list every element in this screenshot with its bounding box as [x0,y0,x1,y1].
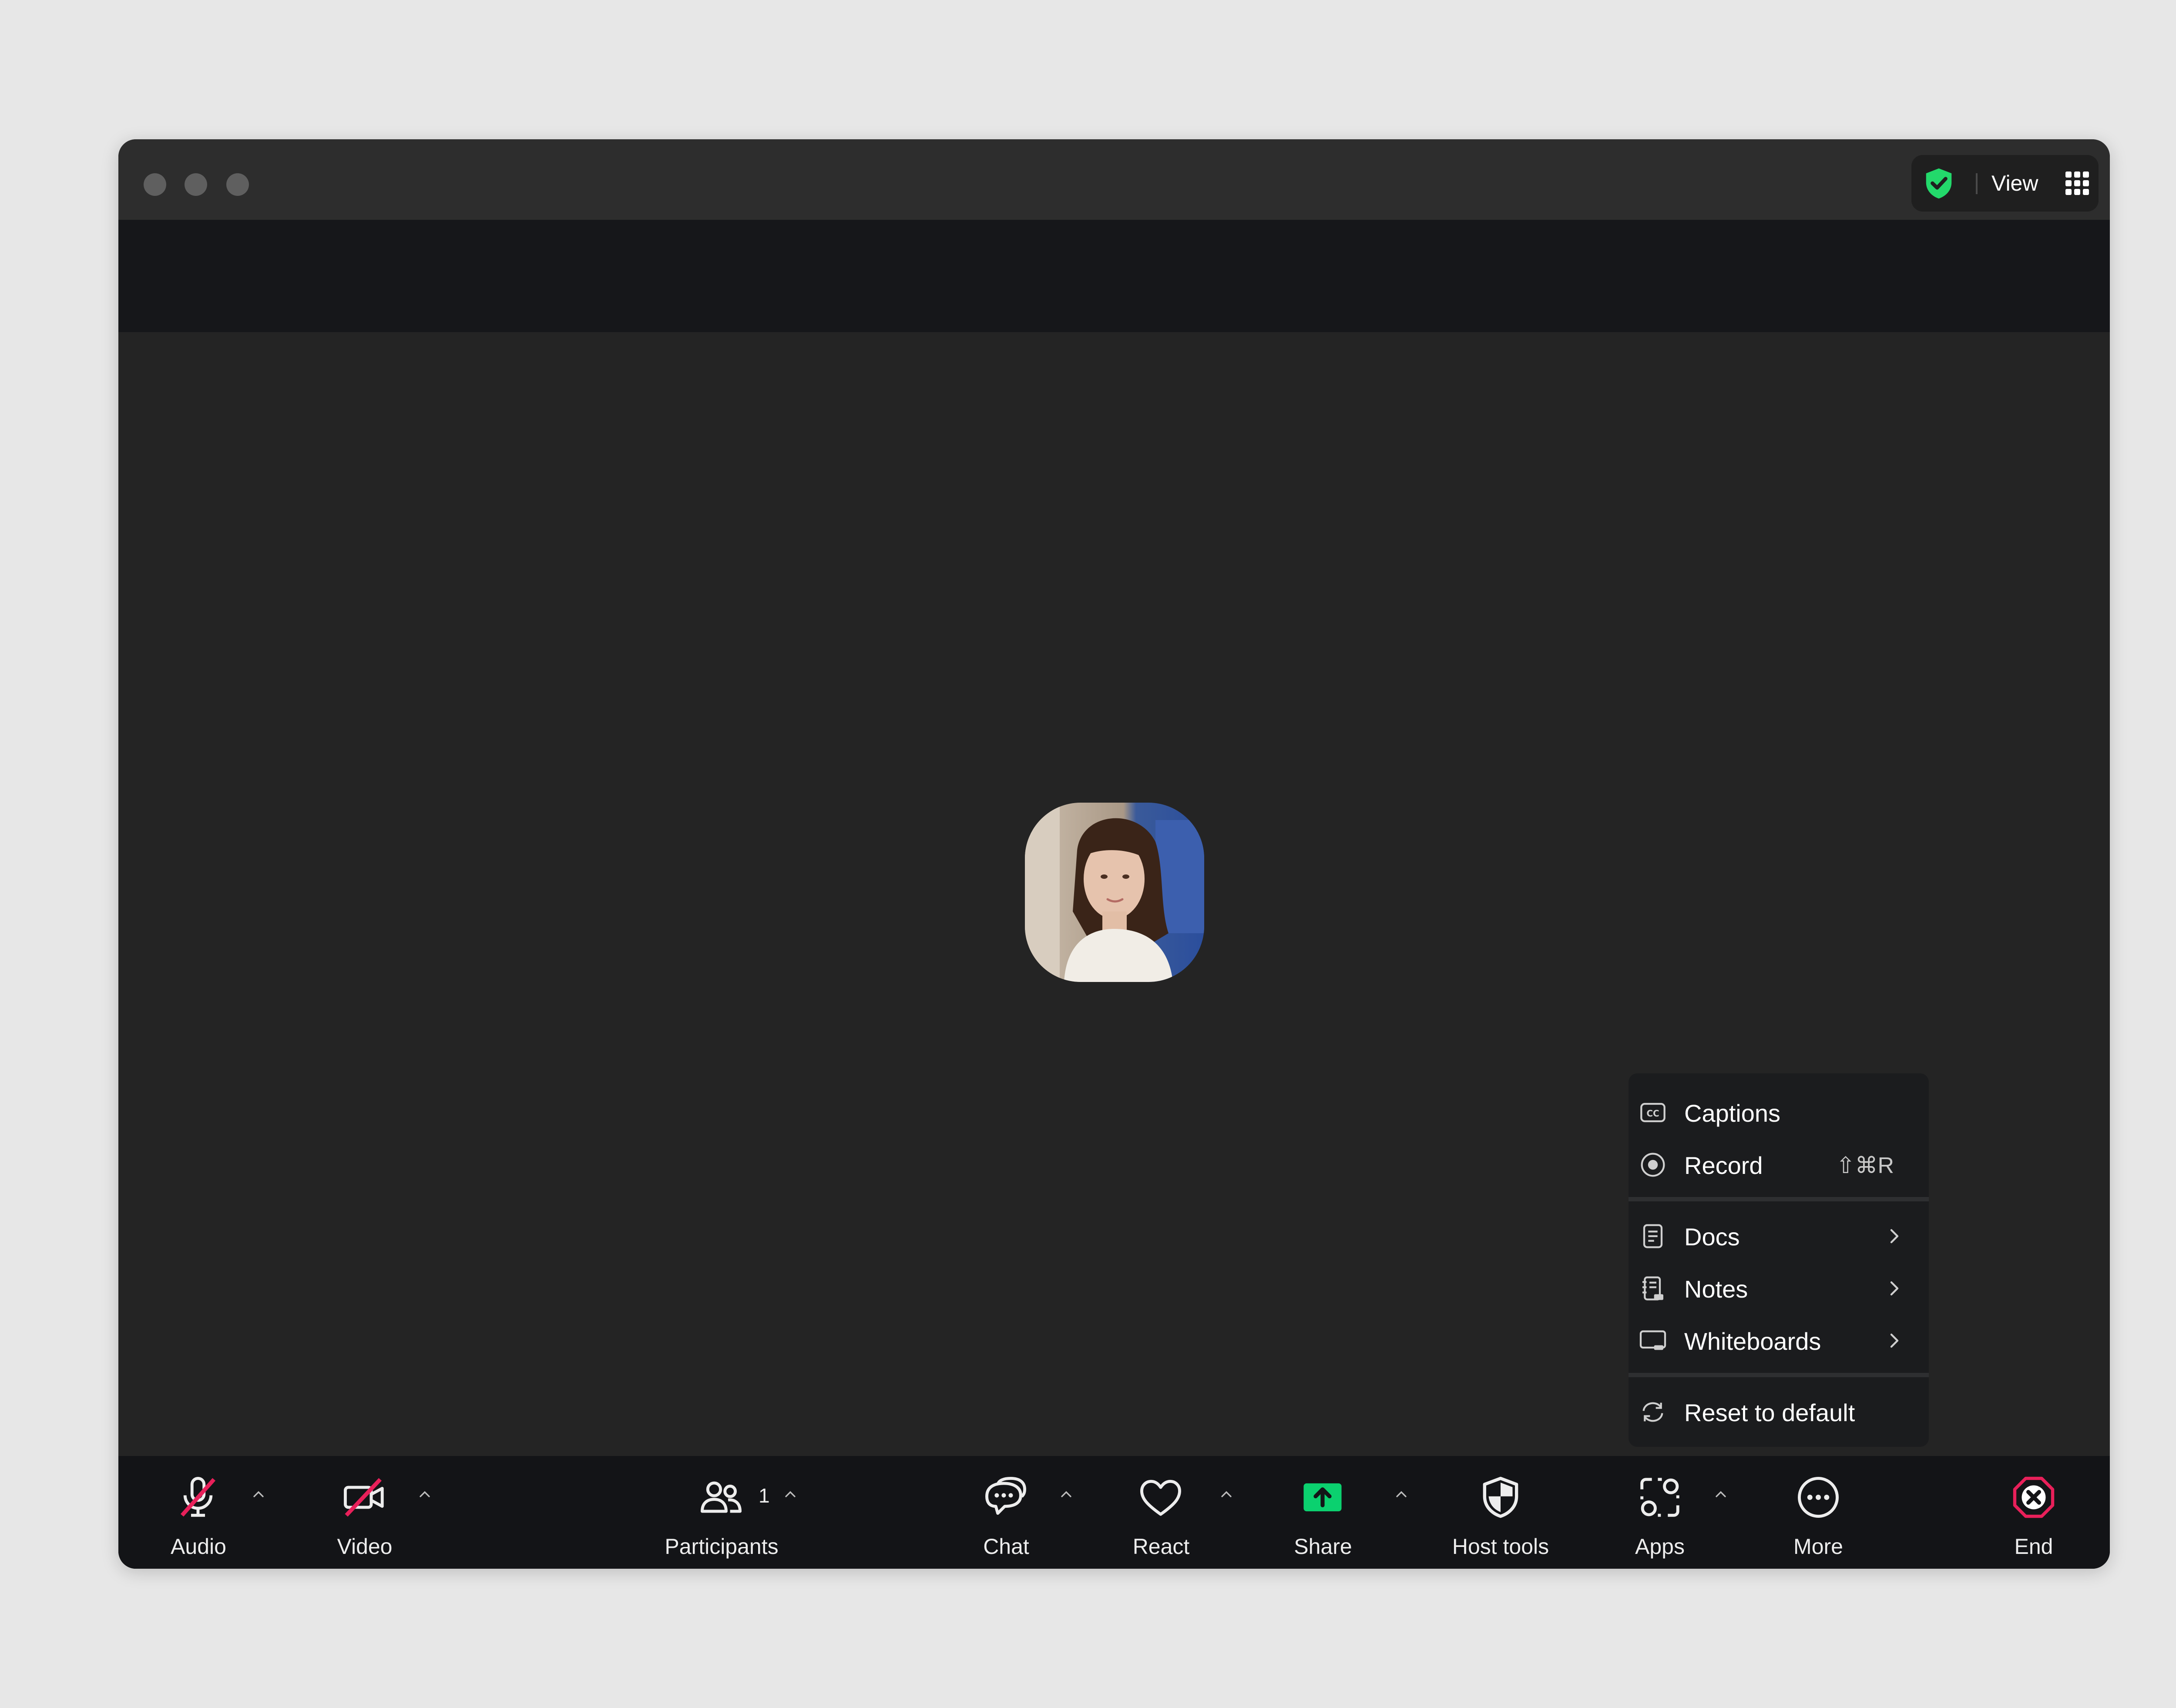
end-button[interactable]: End [1990,1456,2110,1569]
chevron-up-icon[interactable] [250,1486,267,1503]
microphone-muted-icon[interactable] [174,1473,222,1521]
menu-item-label: Docs [1684,1223,1740,1251]
chevron-up-icon[interactable] [1058,1486,1075,1503]
share-screen-icon[interactable] [1299,1473,1347,1521]
meeting-toolbar: Audio Video 1 Participants Chat React Sh… [118,1456,2110,1569]
apps-icon[interactable] [1636,1473,1684,1521]
menu-divider [1629,1373,1929,1377]
chat-bubble-icon[interactable] [982,1473,1030,1521]
meeting-window: View CC Captions Record ⇧⌘R Docs Notes W… [118,139,2110,1569]
menu-item-label: Reset to default [1684,1399,1855,1426]
menu-item-reset[interactable]: Reset to default [1629,1386,1929,1438]
top-strip [118,220,2110,332]
keyboard-shortcut: ⇧⌘R [1836,1153,1894,1178]
cc-icon: CC [1640,1103,1666,1123]
host-tools-button[interactable]: Host tools [1424,1456,1581,1569]
reset-icon [1642,1402,1663,1422]
video-button[interactable]: Video [319,1456,493,1569]
react-button[interactable]: React [1128,1456,1276,1569]
participants-button[interactable]: 1 Participants [654,1456,836,1569]
more-icon[interactable] [1794,1473,1842,1521]
menu-item-label: Notes [1684,1275,1748,1303]
share-button[interactable]: Share [1285,1456,1433,1569]
participant-avatar[interactable] [1025,803,1204,982]
video-label: Video [337,1534,393,1559]
apps-button[interactable]: Apps [1581,1456,1729,1569]
react-label: React [1132,1534,1190,1559]
menu-item-record[interactable]: Record ⇧⌘R [1629,1139,1929,1191]
grid-view-icon[interactable] [2065,171,2089,195]
menu-item-captions[interactable]: CC Captions [1629,1086,1929,1139]
chevron-up-icon[interactable] [416,1486,433,1503]
participants-count: 1 [759,1484,770,1507]
chevron-up-icon[interactable] [782,1486,799,1503]
menu-item-notes[interactable]: Notes [1629,1262,1929,1315]
view-label[interactable]: View [1991,170,2038,197]
camera-off-icon[interactable] [340,1473,388,1521]
menu-item-label: Captions [1684,1099,1781,1127]
participants-icon[interactable] [697,1473,745,1521]
menu-item-label: Whiteboards [1684,1328,1821,1355]
shield-icon[interactable] [1477,1473,1525,1521]
close-window-button[interactable] [144,173,166,196]
zoom-window-button[interactable] [226,173,249,196]
menu-divider [1629,1197,1929,1201]
docs-icon [1643,1224,1663,1248]
minimize-window-button[interactable] [185,173,207,196]
apps-label: Apps [1635,1534,1685,1559]
notes-icon [1642,1276,1663,1301]
chat-label: Chat [983,1534,1029,1559]
svg-text:CC: CC [1646,1108,1659,1119]
share-label: Share [1294,1534,1352,1559]
chat-bubbles-icon[interactable] [836,1473,884,1521]
menu-item-whiteboards[interactable]: Whiteboards [1629,1315,1929,1367]
view-selector[interactable]: View [1911,155,2099,212]
participants-label: Participants [665,1534,779,1559]
participant-photo [1025,803,1204,982]
chat-button-visual[interactable]: Chat [971,1456,1119,1569]
end-label: End [2014,1534,2053,1559]
chevron-right-icon [1890,1281,1899,1296]
chevron-up-icon[interactable] [1393,1486,1410,1503]
heart-icon[interactable] [1137,1473,1185,1521]
more-button[interactable]: More [1737,1456,1868,1569]
chevron-right-icon [1890,1333,1899,1348]
record-icon [1641,1153,1665,1177]
shield-check-icon[interactable] [1922,166,1956,200]
menu-item-label: Record [1684,1152,1763,1179]
chevron-up-icon[interactable] [1218,1486,1235,1503]
more-menu: CC Captions Record ⇧⌘R Docs Notes Whiteb… [1629,1073,1929,1447]
whiteboard-icon [1639,1330,1666,1350]
host-tools-label: Host tools [1452,1534,1549,1559]
audio-button[interactable]: Audio [118,1456,319,1569]
chevron-right-icon [1890,1229,1899,1244]
menu-item-docs[interactable]: Docs [1629,1210,1929,1262]
more-label: More [1793,1534,1843,1559]
chevron-up-icon[interactable] [1712,1486,1729,1503]
audio-label: Audio [171,1534,226,1559]
title-bar: View [118,139,2110,220]
close-icon[interactable] [2010,1473,2058,1521]
divider [1976,173,1978,194]
